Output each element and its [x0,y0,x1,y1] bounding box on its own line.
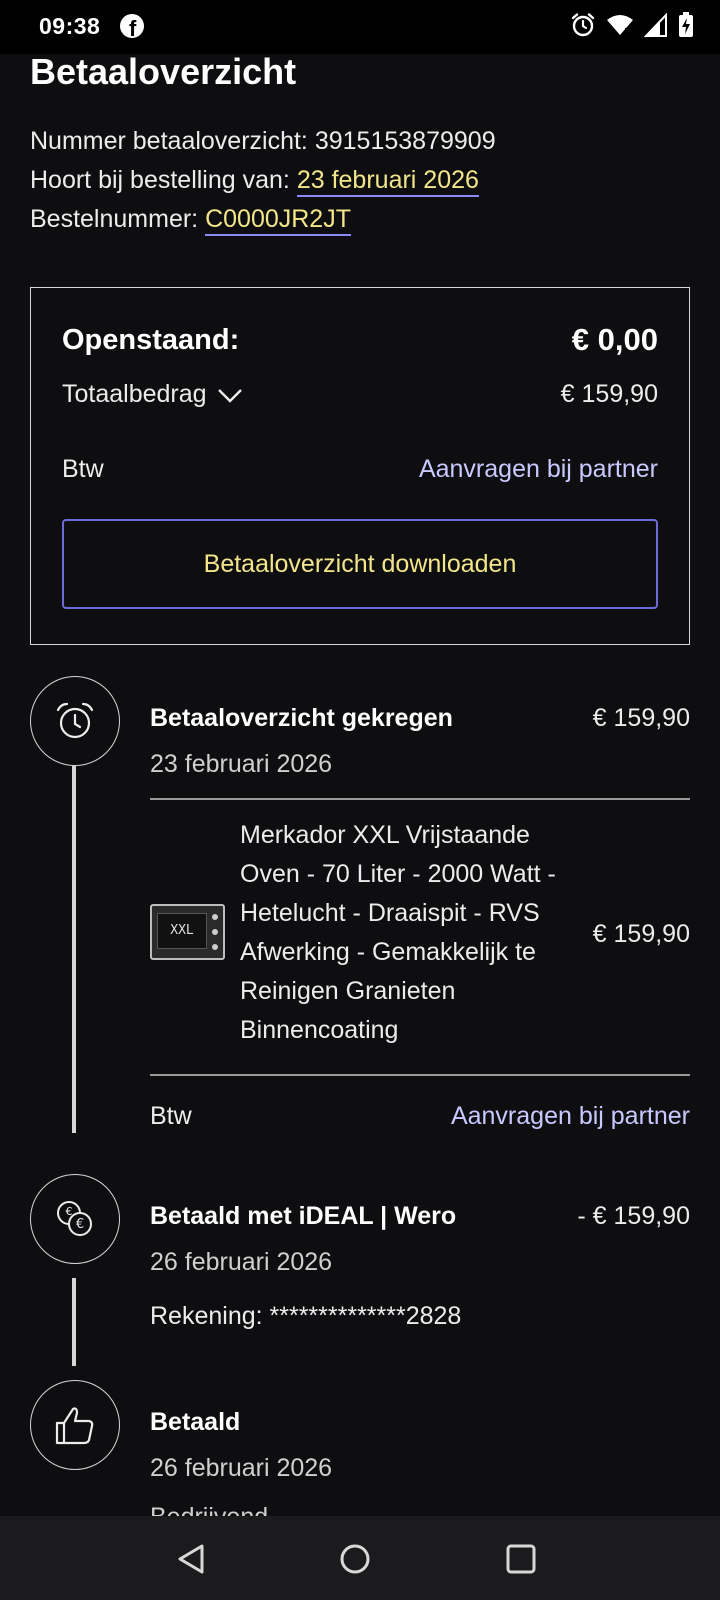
meta-ordernr-label: Bestelnummer: [30,205,199,233]
total-amount-value: € 159,90 [560,380,658,408]
timeline-icon-paid [30,1380,120,1470]
status-bar: 09:38 f [0,0,720,54]
timeline-icon-received [30,676,120,766]
timeline-partial-text: Bedrijvend... [150,1503,289,1516]
meta-order-label: Hoort bij bestelling van: [30,166,290,194]
meta-number-value: 3915153879909 [314,127,496,155]
total-amount-row[interactable]: Totaalbedrag € 159,90 [62,380,658,409]
system-status-icons [570,12,694,38]
timeline-date-received: 23 februari 2026 [150,750,333,778]
product-price: € 159,90 [592,920,690,948]
timeline-connector [72,766,76,1133]
payment-summary-card: Openstaand: € 0,00 Totaalbedrag € 159,90… [30,287,690,645]
open-amount-row: Openstaand: € 0,00 [62,322,658,358]
meta-number-label: Nummer betaaloverzicht: [30,127,308,155]
timeline-connector [72,1278,76,1366]
euro-coins-icon: € € [57,1201,92,1236]
open-amount-label: Openstaand: [62,323,240,356]
timeline-title-paid: Betaald [150,1408,241,1436]
page-content[interactable]: Betaaloverzicht Nummer betaaloverzicht: … [0,54,720,1516]
timeline-date-paid-ideal: 26 februari 2026 [150,1248,333,1276]
signal-icon [644,13,667,37]
divider [150,798,690,800]
timeline-title-paid-ideal: Betaald met iDEAL | Wero [150,1202,457,1230]
timeline-icon-paid-ideal: € € [30,1174,120,1264]
total-amount-label: Totaalbedrag [62,380,207,408]
timeline-amount-paid-ideal: - € 159,90 [577,1202,690,1230]
item-btw-label: Btw [150,1102,192,1130]
thumbs-up-icon [55,1407,94,1445]
system-navigation-bar [0,1516,720,1600]
timeline-date-paid: 26 februari 2026 [150,1454,333,1482]
product-image-label: XXL [170,923,194,938]
wifi-icon [607,15,633,36]
meta-ordernr-row: Bestelnummer: C0000JR2JT [30,204,351,236]
chevron-down-icon [217,388,242,403]
total-amount-toggle[interactable]: Totaalbedrag [62,380,245,409]
timeline-title-received: Betaaloverzicht gekregen [150,704,453,732]
svg-text:€: € [66,1205,73,1218]
order-number-link[interactable]: C0000JR2JT [205,205,351,236]
back-icon[interactable] [174,1542,208,1576]
svg-text:€: € [76,1217,84,1232]
meta-number-row: Nummer betaaloverzicht: 3915153879909 [30,126,496,156]
meta-order-row: Hoort bij bestelling van: 23 februari 20… [30,165,479,197]
divider [150,1074,690,1076]
page-title: Betaaloverzicht [30,54,297,92]
product-name-link[interactable]: Merkador XXL Vrijstaande Oven - 70 Liter… [240,816,570,1050]
oven-product-image[interactable]: XXL [150,904,225,960]
request-btw-link[interactable]: Aanvragen bij partner [419,455,658,484]
timeline-amount-received: € 159,90 [592,704,690,732]
download-statement-button[interactable]: Betaaloverzicht downloaden [62,519,658,609]
recents-icon[interactable] [504,1542,538,1576]
order-date-link[interactable]: 23 februari 2026 [296,166,479,197]
item-request-btw-link[interactable]: Aanvragen bij partner [451,1102,690,1131]
alarm-clock-icon [56,702,94,739]
facebook-icon: f [120,14,144,38]
alarm-icon [571,13,595,37]
account-number: Rekening: **************2828 [150,1302,462,1330]
battery-charging-icon [679,12,693,37]
home-icon[interactable] [338,1542,372,1576]
status-time: 09:38 [39,13,101,39]
open-amount-value: € 0,00 [571,322,658,357]
btw-row: Btw Aanvragen bij partner [62,455,658,484]
btw-label: Btw [62,455,104,483]
